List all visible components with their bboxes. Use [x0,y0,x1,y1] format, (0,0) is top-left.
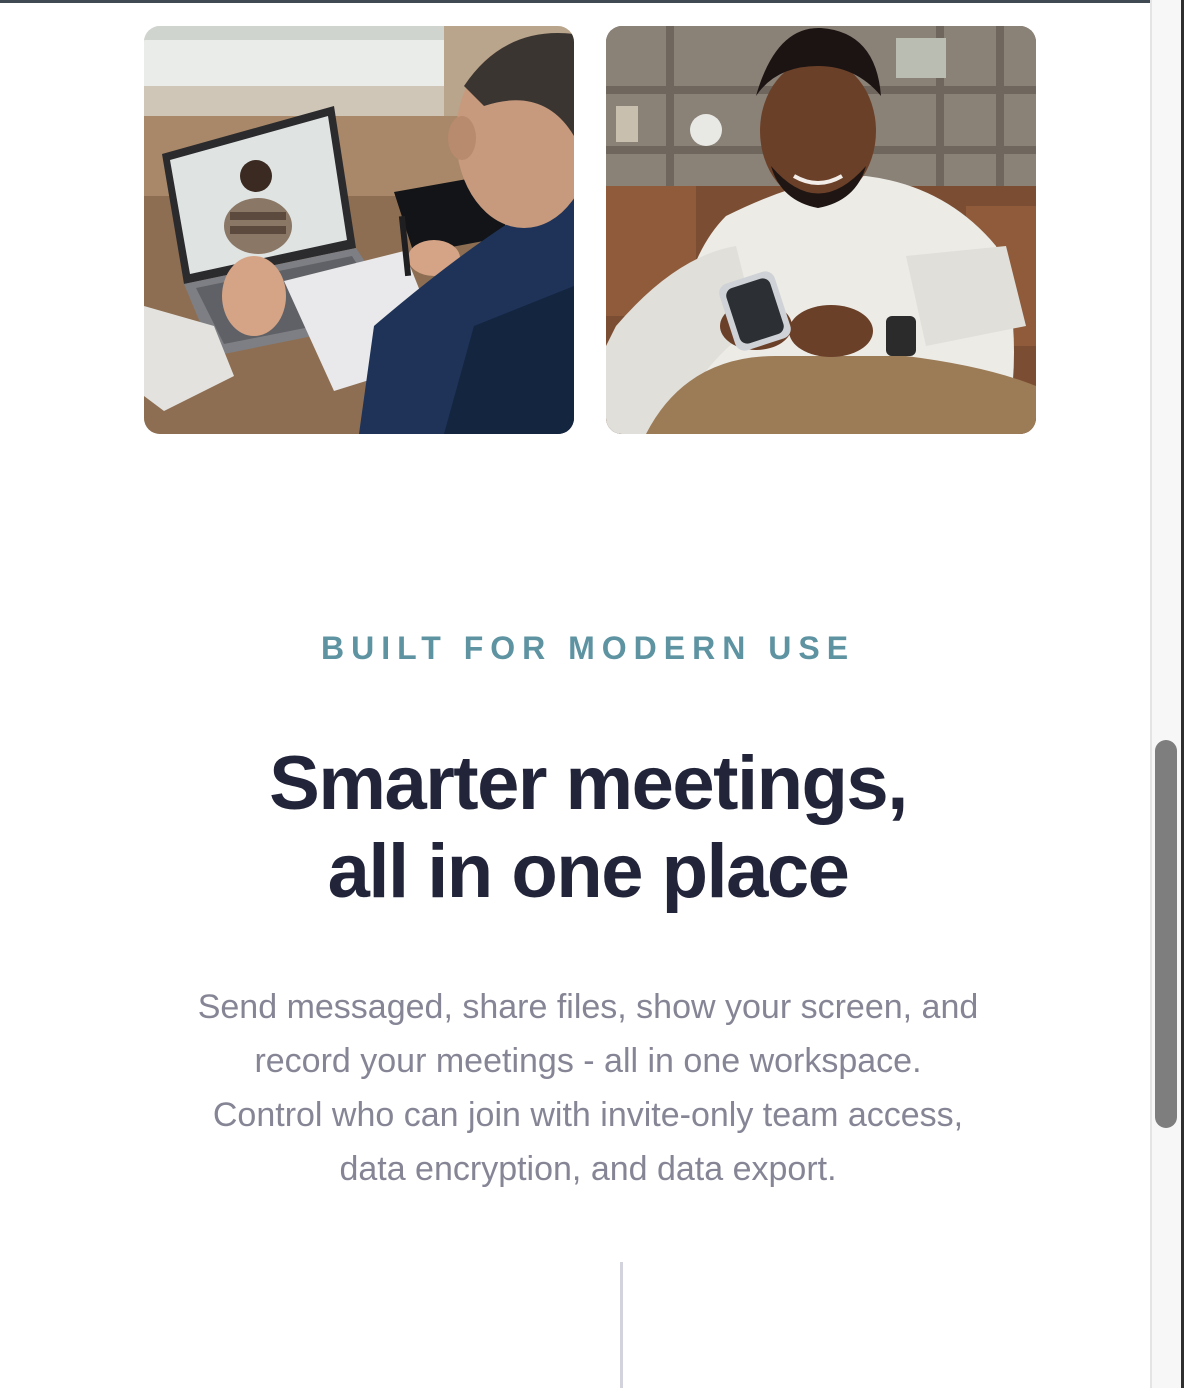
video-call-laptop-photo [144,26,574,434]
page-content: BUILT FOR MODERN USE Smarter meetings, a… [0,0,1152,1388]
man-using-smartphone-photo [606,26,1036,434]
headline-line-1: Smarter meetings, [269,741,908,826]
scrollbar-thumb[interactable] [1155,740,1177,1128]
section-description: Send messaged, share files, show your sc… [160,980,1016,1196]
description-line-2: record your meetings - all in one worksp… [254,1042,922,1080]
description-line-1: Send messaged, share files, show your sc… [197,988,979,1026]
section-eyebrow: BUILT FOR MODERN USE [320,630,856,666]
browser-viewport: BUILT FOR MODERN USE Smarter meetings, a… [0,0,1184,1388]
description-line-3: Control who can join with invite-only te… [212,1096,964,1134]
description-line-4: data encryption, and data export. [339,1150,837,1188]
headline-line-2: all in one place [327,829,850,914]
top-edge-line [0,0,1152,3]
section-headline: Smarter meetings, all in one place [0,740,1176,916]
vertical-divider [620,1262,623,1388]
vertical-scrollbar[interactable] [1150,0,1184,1388]
